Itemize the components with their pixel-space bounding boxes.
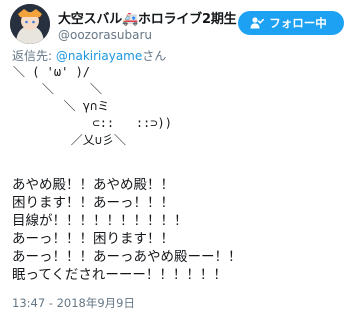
- avatar[interactable]: [10, 4, 50, 44]
- tweet-card: 大空スバル🚑ホロライブ2期生 @oozorasubaru フォロー中 返信先: …: [0, 0, 350, 315]
- reply-prefix: 返信先:: [12, 49, 56, 63]
- reply-mention-link[interactable]: @nakiriayame: [56, 49, 142, 63]
- tweet-text-line: 困ります！！あーっ！！！: [12, 195, 174, 211]
- user-handle[interactable]: @oozorasubaru: [58, 28, 152, 42]
- avatar-image: [10, 4, 50, 44]
- ascii-art: ＼ ( 'ω' )/ ＼ ＼ ＼ γ∩ミ ⊂:: ::⊃)) ／乂∪彡＼: [13, 65, 172, 147]
- reply-suffix: さん: [142, 49, 167, 63]
- tweet-timestamp[interactable]: 13:47 - 2018年9月9日: [12, 295, 135, 311]
- following-button[interactable]: フォロー中: [238, 11, 344, 35]
- reply-to-line: 返信先: @nakiriayameさん: [12, 47, 166, 64]
- tweet-text: あやめ殿！！あやめ殿！！ 困ります！！あーっ！！！ 目線が！！！！！！！！！！ …: [12, 176, 342, 284]
- tweet-text-line: あやめ殿！！あやめ殿！！: [12, 177, 174, 193]
- tweet-text-line: 目線が！！！！！！！！！！: [12, 213, 188, 229]
- tweet-text-line: あーっ！！！あーっあやめ殿ーー！！: [12, 249, 242, 265]
- tweet-text-line: 眠ってくだされーーー！！！！！！: [12, 267, 227, 283]
- following-button-label: フォロー中: [269, 16, 327, 30]
- display-name[interactable]: 大空スバル🚑ホロライブ2期生: [58, 8, 237, 27]
- following-user-icon: [250, 17, 264, 29]
- tweet-text-line: あーっ！！！困ります！！: [12, 231, 174, 247]
